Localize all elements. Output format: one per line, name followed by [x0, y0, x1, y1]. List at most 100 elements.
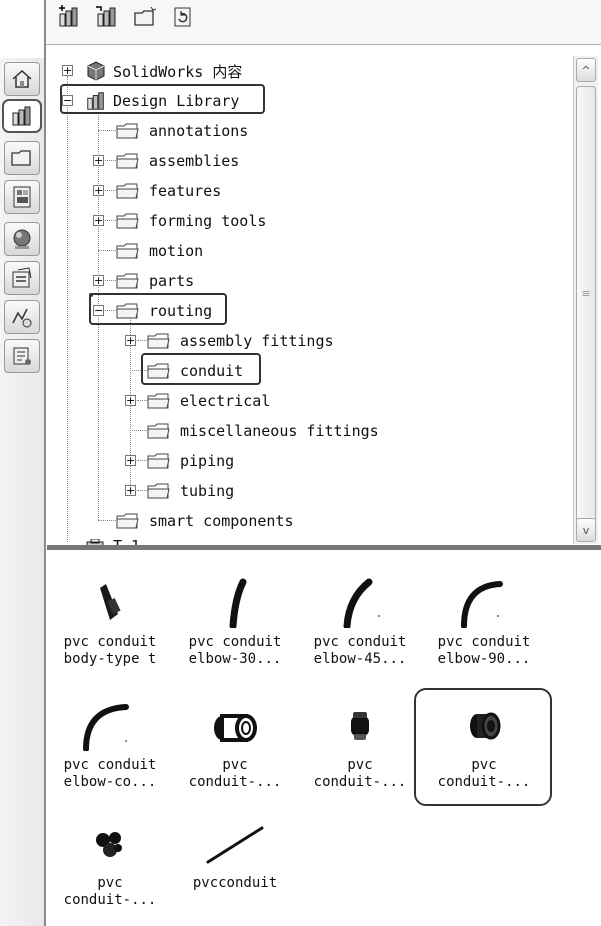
tree-folder-piping[interactable]: piping — [147, 449, 234, 473]
expand-assembly-fittings[interactable]: + — [125, 335, 136, 346]
refresh-button[interactable] — [170, 4, 196, 30]
tab-forum[interactable] — [4, 300, 40, 334]
expand-electrical[interactable]: + — [125, 395, 136, 406]
item-label-line2: conduit-... — [437, 774, 531, 790]
add-file-location-button[interactable] — [94, 4, 120, 30]
folder-icon — [116, 303, 139, 319]
solidworks-content-icon — [87, 61, 105, 81]
folder-icon — [147, 483, 170, 499]
connector-icon — [351, 712, 369, 740]
library-item[interactable]: pvc conduit-... — [424, 695, 544, 791]
library-toolbar — [46, 0, 601, 45]
create-new-folder-button[interactable] — [132, 4, 158, 30]
library-item[interactable]: pvc conduit-... — [50, 813, 170, 909]
item-label-line2: elbow-90... — [437, 651, 531, 667]
expand-features[interactable]: + — [93, 185, 104, 196]
elbow-co-icon — [83, 704, 129, 751]
tab-appearances[interactable] — [4, 222, 40, 256]
scroll-up-button[interactable]: ^ — [576, 58, 596, 82]
item-label-line2: conduit-... — [63, 892, 157, 908]
tree-folder-smart-components[interactable]: smart components — [116, 509, 294, 533]
add-file-location-icon — [96, 6, 116, 27]
tab-view-palette[interactable] — [4, 180, 40, 214]
item-label-line1: pvc — [347, 757, 373, 773]
tab-resources[interactable] — [4, 62, 40, 96]
expand-piping[interactable]: + — [125, 455, 136, 466]
collapse-routing[interactable]: − — [93, 305, 104, 316]
tree-folder-forming-tools[interactable]: forming tools — [116, 209, 266, 233]
scroll-thumb[interactable]: ≡ — [576, 86, 596, 526]
task-pane-tab-strip — [0, 0, 46, 926]
expand-forming-tools[interactable]: + — [93, 215, 104, 226]
item-label-line1: pvc conduit — [188, 634, 282, 650]
tab-design-library[interactable] — [2, 99, 42, 133]
item-label-line2: body-type t — [63, 651, 157, 667]
chevron-up-icon: ^ — [581, 63, 591, 77]
tree-label: motion — [149, 242, 204, 260]
item-label-line1: pvc conduit — [437, 634, 531, 650]
expand-parts[interactable]: + — [93, 275, 104, 286]
view-palette-icon — [13, 186, 31, 208]
tab-file-explorer[interactable] — [4, 141, 40, 175]
library-item[interactable]: pvc conduit elbow-30... — [175, 572, 295, 668]
library-items-grid: pvc conduit body-type t pvc conduit elbo… — [47, 550, 601, 926]
tree-label: piping — [180, 452, 235, 470]
tree-folder-features[interactable]: features — [116, 179, 221, 203]
straight-conduit-icon — [206, 826, 264, 864]
grip-icon: ≡ — [581, 287, 591, 300]
tree-folder-motion[interactable]: motion — [116, 239, 203, 263]
tree-folder-conduit[interactable]: conduit — [147, 359, 243, 383]
elbow-90-icon — [461, 581, 503, 628]
tree-label: smart components — [149, 512, 294, 530]
folder-icon — [116, 243, 139, 259]
folder-icon — [147, 393, 170, 409]
library-item[interactable]: pvc conduit elbow-co... — [50, 695, 170, 791]
file-explorer-icon — [11, 150, 31, 166]
library-item[interactable]: pvc conduit elbow-45... — [300, 572, 420, 668]
tree-label: miscellaneous fittings — [180, 422, 379, 440]
tree-folder-routing[interactable]: routing — [116, 299, 212, 323]
folder-icon — [116, 153, 139, 169]
item-label-line1: pvc — [97, 875, 123, 891]
collapse-design-library[interactable]: − — [62, 95, 73, 106]
tab-routing-library[interactable] — [4, 339, 40, 373]
item-label-line2: conduit-... — [188, 774, 282, 790]
tree-folder-annotations[interactable]: annotations — [116, 119, 248, 143]
tab-custom-properties[interactable] — [4, 261, 40, 295]
tree-folder-assembly-fittings[interactable]: assembly fittings — [147, 329, 334, 353]
add-to-library-button[interactable] — [56, 4, 82, 30]
tree-label: conduit — [180, 362, 244, 380]
appearances-icon — [13, 229, 31, 249]
tree-label: assemblies — [149, 152, 240, 170]
item-label-line1: pvc — [471, 757, 497, 773]
expand-tubing[interactable]: + — [125, 485, 136, 496]
tree-scrollbar[interactable]: ^ ≡ v — [573, 56, 598, 544]
library-item[interactable]: pvc conduit elbow-90... — [424, 572, 544, 668]
clamp-icon — [96, 832, 122, 857]
item-label-line2: elbow-co... — [63, 774, 157, 790]
tree-folder-misc-fittings[interactable]: miscellaneous fittings — [147, 419, 379, 443]
tab-strip-header — [0, 0, 44, 58]
tree-folder-tubing[interactable]: tubing — [147, 479, 234, 503]
library-item[interactable]: pvcconduit — [175, 813, 295, 892]
folder-icon — [147, 333, 170, 349]
library-item[interactable]: pvc conduit-... — [175, 695, 295, 791]
expand-assemblies[interactable]: + — [93, 155, 104, 166]
scroll-down-button[interactable]: v — [576, 518, 596, 542]
tree-label: annotations — [149, 122, 249, 140]
expand-solidworks-content[interactable]: + — [62, 65, 73, 76]
elbow-45-icon — [343, 578, 380, 628]
library-item[interactable]: pvc conduit body-type t — [50, 572, 170, 668]
conduit-body-icon — [100, 584, 121, 620]
tree-folder-electrical[interactable]: electrical — [147, 389, 270, 413]
tree-label: forming tools — [149, 212, 267, 230]
folder-icon — [147, 423, 170, 439]
tree-item-design-library[interactable]: Design Library — [85, 89, 239, 113]
tree-folder-parts[interactable]: parts — [116, 269, 194, 293]
item-label-line1: pvc conduit — [63, 634, 157, 650]
library-item[interactable]: pvc conduit-... — [300, 695, 420, 791]
tree-folder-assemblies[interactable]: assemblies — [116, 149, 239, 173]
tree-item-solidworks-content[interactable]: SolidWorks 内容 — [85, 59, 242, 83]
chevron-down-icon: v — [582, 523, 590, 537]
folder-icon — [116, 183, 139, 199]
